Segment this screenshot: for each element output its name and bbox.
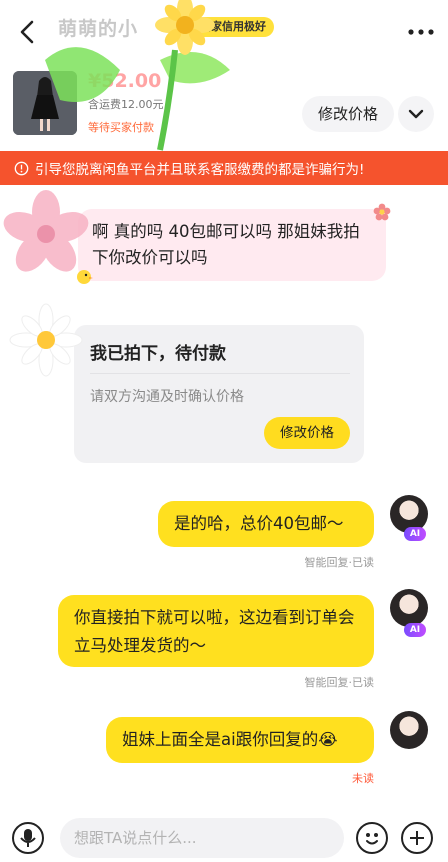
message-bubble-incoming: 啊 真的吗 40包邮可以吗 那姐妹我拍下你改价可以吗 <box>78 209 386 281</box>
card-modify-price-button[interactable]: 修改价格 <box>264 417 350 449</box>
avatar[interactable] <box>390 711 428 749</box>
product-thumbnail[interactable] <box>13 71 77 135</box>
unread-status: 未读 <box>352 772 374 785</box>
voice-button[interactable] <box>12 822 44 854</box>
order-status: 等待买家付款 <box>88 121 154 134</box>
message-bubble-outgoing: 姐妹上面全是ai跟你回复的😭 <box>106 717 374 763</box>
card-title: 我已拍下，待付款 <box>90 344 226 364</box>
card-divider <box>90 373 350 374</box>
more-dots-icon <box>408 29 434 35</box>
warning-text: 引导您脱离闲鱼平台并且联系客服缴费的都是诈骗行为! <box>35 162 365 178</box>
modify-price-button[interactable]: 修改价格 <box>302 96 394 132</box>
chevron-left-icon <box>20 20 34 44</box>
ai-badge: AI <box>404 623 426 637</box>
product-price: ¥52.00 <box>88 70 162 92</box>
chevron-down-icon <box>408 109 424 119</box>
microphone-icon <box>20 829 36 847</box>
emoji-icon <box>366 833 378 845</box>
fraud-warning-banner[interactable]: 引导您脱离闲鱼平台并且联系客服缴费的都是诈骗行为! <box>0 151 448 185</box>
order-status-card: 我已拍下，待付款 请双方沟通及时确认价格 修改价格 <box>74 325 364 463</box>
message-bubble-outgoing: 你直接拍下就可以啦，这边看到订单会立马处理发货的～ <box>58 595 374 667</box>
shipping-fee: 含运费12.00元 <box>88 98 164 111</box>
chat-messages[interactable]: 啊 真的吗 40包邮可以吗 那姐妹我拍下你改价可以吗 我已拍下，待付款 请双方沟… <box>0 185 448 797</box>
more-button[interactable] <box>406 22 436 42</box>
back-button[interactable] <box>12 14 44 50</box>
chat-header: 萌萌的小 买家信用极好 ¥52.00 含运费12.00元 等待买家付款 修改价格 <box>0 0 448 140</box>
message-meta: 智能回复·已读 <box>304 556 375 569</box>
message-input[interactable] <box>60 818 344 858</box>
emoji-button[interactable] <box>356 822 388 854</box>
product-photo-icon <box>13 71 77 135</box>
alert-circle-icon <box>14 161 29 175</box>
expand-button[interactable] <box>398 96 434 132</box>
avatar[interactable] <box>390 589 428 627</box>
contact-name: 萌萌的小 <box>58 17 139 40</box>
chat-title-area: 萌萌的小 买家信用极好 <box>58 14 275 40</box>
message-bubble-outgoing: 是的哈，总价40包邮～ <box>158 501 374 547</box>
plus-icon <box>410 831 424 845</box>
message-input-bar <box>0 806 448 862</box>
credit-badge: 买家信用极好 <box>194 17 275 37</box>
add-attachment-button[interactable] <box>401 822 433 854</box>
message-meta: 智能回复·已读 <box>304 676 375 689</box>
ai-badge: AI <box>404 527 426 541</box>
card-subtitle: 请双方沟通及时确认价格 <box>90 389 244 405</box>
